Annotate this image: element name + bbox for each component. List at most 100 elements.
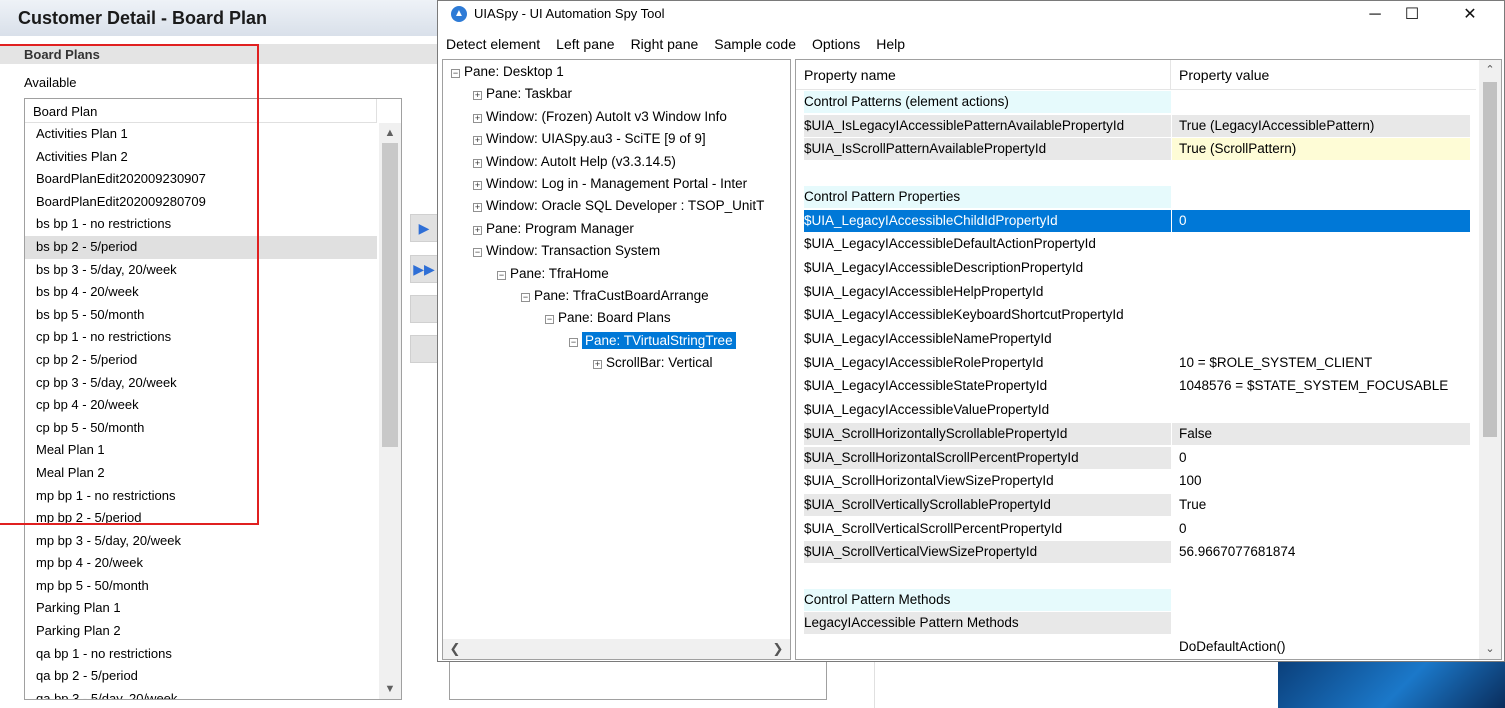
move-all-right-button[interactable]: ▶▶ <box>410 255 438 283</box>
property-name-header[interactable]: Property name <box>804 67 896 83</box>
list-item[interactable]: qa bp 1 - no restrictions <box>25 643 377 666</box>
list-item[interactable]: cp bp 2 - 5/period <box>25 349 377 372</box>
property-row[interactable]: $UIA_ScrollHorizontallyScrollablePropert… <box>804 422 1470 447</box>
close-button[interactable]: ✕ <box>1447 1 1493 32</box>
scroll-up-icon[interactable]: ⌃ <box>1479 60 1501 80</box>
property-row[interactable]: $UIA_ScrollHorizontalViewSizePropertyId 1… <box>804 470 1470 494</box>
move-right-button[interactable]: ▶ <box>410 214 438 242</box>
property-row[interactable]: $UIA_LegacyIAccessibleDefaultActionPrope… <box>804 233 1470 257</box>
property-row[interactable]: Control Pattern Properties <box>804 185 1470 210</box>
scroll-right-icon[interactable]: ❯ <box>768 639 788 659</box>
tree-node[interactable]: − Pane: TVirtualStringTree <box>569 330 736 352</box>
property-row[interactable]: $UIA_LegacyIAccessibleValuePropertyId <box>804 399 1470 423</box>
scroll-down-icon[interactable]: ▼ <box>379 679 401 699</box>
list-item[interactable]: mp bp 3 - 5/day, 20/week <box>25 530 377 553</box>
scrollbar-thumb[interactable] <box>382 143 398 447</box>
tree-node[interactable]: − Pane: TfraCustBoardArrange <box>521 285 709 307</box>
available-board-plans-list[interactable]: Board Plan Activities Plan 1 Activities P… <box>24 98 402 700</box>
expand-icon[interactable]: + <box>473 225 482 235</box>
menu-right-pane[interactable]: Right pane <box>623 32 707 52</box>
list-item[interactable]: mp bp 1 - no restrictions <box>25 485 377 508</box>
collapse-icon[interactable]: − <box>497 270 506 280</box>
property-row[interactable]: Control Pattern Methods <box>804 588 1470 613</box>
menu-options[interactable]: Options <box>804 32 868 52</box>
list-item[interactable]: cp bp 3 - 5/day, 20/week <box>25 372 377 395</box>
menu-help[interactable]: Help <box>868 32 913 52</box>
list-vertical-scrollbar[interactable]: ▲ ▼ <box>379 123 401 699</box>
collapse-icon[interactable]: − <box>473 248 482 258</box>
menu-sample-code[interactable]: Sample code <box>706 32 804 52</box>
list-item[interactable]: qa bp 3 - 5/day, 20/week <box>25 688 377 699</box>
property-row[interactable] <box>804 565 1470 589</box>
expand-icon[interactable]: + <box>473 203 482 213</box>
element-tree[interactable]: − Pane: Desktop 1 + Pane: Taskbar + Window: (… <box>442 59 791 660</box>
tree-node[interactable]: + Window: AutoIt Help (v3.3.14.5) <box>473 151 676 173</box>
list-item[interactable]: qa bp 2 - 5/period <box>25 665 377 688</box>
tree-node[interactable]: − Pane: Desktop 1 <box>451 61 564 83</box>
properties-vertical-scrollbar[interactable]: ⌃ ⌄ <box>1479 60 1501 659</box>
board-plan-column-header[interactable]: Board Plan <box>25 99 377 123</box>
property-row[interactable]: $UIA_LegacyIAccessibleStatePropertyId 104… <box>804 375 1470 399</box>
collapse-icon[interactable]: − <box>569 337 578 347</box>
expand-icon[interactable]: + <box>473 91 482 101</box>
property-row[interactable]: $UIA_LegacyIAccessibleHelpPropertyId <box>804 281 1470 305</box>
scroll-up-icon[interactable]: ▲ <box>379 123 401 143</box>
tree-horizontal-scrollbar[interactable]: ❮ ❯ <box>443 639 790 659</box>
properties-pane[interactable]: Property name Property value Control Pat… <box>795 59 1502 660</box>
list-item[interactable]: bs bp 1 - no restrictions <box>25 213 377 236</box>
scroll-down-icon[interactable]: ⌄ <box>1479 639 1501 659</box>
tree-node[interactable]: + Window: UIASpy.au3 - SciTE [9 of 9] <box>473 128 706 150</box>
property-row[interactable]: $UIA_LegacyIAccessibleKeyboardShortcutPr… <box>804 304 1470 328</box>
title-bar[interactable]: ▲ UIASpy - UI Automation Spy Tool ─ ☐ ✕ <box>438 1 1504 32</box>
expand-icon[interactable]: + <box>473 113 482 123</box>
tree-node[interactable]: + Window: Oracle SQL Developer : TSOP_Uni… <box>473 195 764 217</box>
property-row[interactable]: $UIA_LegacyIAccessibleNamePropertyId <box>804 328 1470 352</box>
property-row[interactable]: $UIA_ScrollVerticalScrollPercentProperty… <box>804 518 1470 542</box>
property-row[interactable]: Control Patterns (element actions) <box>804 91 1470 115</box>
property-row[interactable]: $UIA_LegacyIAccessibleRolePropertyId 10 =… <box>804 352 1470 376</box>
list-item[interactable]: mp bp 5 - 50/month <box>25 575 377 598</box>
list-item[interactable]: mp bp 2 - 5/period <box>25 507 377 530</box>
list-item[interactable]: cp bp 5 - 50/month <box>25 417 377 440</box>
list-item[interactable]: Parking Plan 2 <box>25 620 377 643</box>
list-item[interactable]: mp bp 4 - 20/week <box>25 552 377 575</box>
tree-node[interactable]: + Pane: Taskbar <box>473 83 572 105</box>
list-item[interactable]: Activities Plan 1 <box>25 123 377 146</box>
list-item[interactable]: Parking Plan 1 <box>25 597 377 620</box>
list-item[interactable]: BoardPlanEdit202009280709 <box>25 191 377 214</box>
list-item[interactable]: bs bp 5 - 50/month <box>25 304 377 327</box>
tree-node[interactable]: + Window: (Frozen) AutoIt v3 Window Info <box>473 106 727 128</box>
selected-plans-list[interactable] <box>449 660 827 700</box>
property-row[interactable]: $UIA_IsLegacyIAccessiblePatternAvailable… <box>804 114 1470 139</box>
scroll-left-icon[interactable]: ❮ <box>445 639 465 659</box>
property-row[interactable]: $UIA_ScrollVerticalViewSizePropertyId 56.… <box>804 541 1470 565</box>
maximize-button[interactable]: ☐ <box>1389 1 1435 32</box>
property-row[interactable] <box>804 162 1470 186</box>
property-row[interactable]: $UIA_LegacyIAccessibleChildIdPropertyId 0 <box>804 209 1470 234</box>
list-item[interactable]: Meal Plan 2 <box>25 462 377 485</box>
tree-node[interactable]: + Pane: Program Manager <box>473 218 634 240</box>
list-item[interactable]: bs bp 4 - 20/week <box>25 281 377 304</box>
list-item[interactable]: Meal Plan 1 <box>25 439 377 462</box>
tree-node[interactable]: + ScrollBar: Vertical <box>593 352 713 374</box>
tree-node[interactable]: − Pane: Board Plans <box>545 307 671 329</box>
expand-icon[interactable]: + <box>473 136 482 146</box>
expand-icon[interactable]: + <box>473 158 482 168</box>
property-row[interactable]: $UIA_ScrollHorizontalScrollPercentProper… <box>804 446 1470 471</box>
property-row[interactable]: $UIA_IsScrollPatternAvailablePropertyId T… <box>804 138 1470 162</box>
property-row[interactable]: $UIA_LegacyIAccessibleDescriptionPropert… <box>804 257 1470 281</box>
property-row[interactable]: LegacyIAccessible Pattern Methods <box>804 612 1470 636</box>
list-item[interactable]: cp bp 4 - 20/week <box>25 394 377 417</box>
property-row[interactable]: $UIA_ScrollVerticallyScrollablePropertyI… <box>804 493 1470 518</box>
list-item[interactable]: cp bp 1 - no restrictions <box>25 326 377 349</box>
list-item[interactable]: bs bp 3 - 5/day, 20/week <box>25 259 377 282</box>
expand-icon[interactable]: + <box>593 360 602 370</box>
list-item[interactable]: Activities Plan 2 <box>25 146 377 169</box>
move-left-button[interactable] <box>410 295 438 323</box>
expand-icon[interactable]: + <box>473 181 482 190</box>
property-value-header[interactable]: Property value <box>1179 67 1269 83</box>
collapse-icon[interactable]: − <box>545 315 554 325</box>
menu-detect-element[interactable]: Detect element <box>438 32 548 52</box>
tree-node[interactable]: − Pane: TfraHome <box>497 263 609 285</box>
menu-left-pane[interactable]: Left pane <box>548 32 622 52</box>
